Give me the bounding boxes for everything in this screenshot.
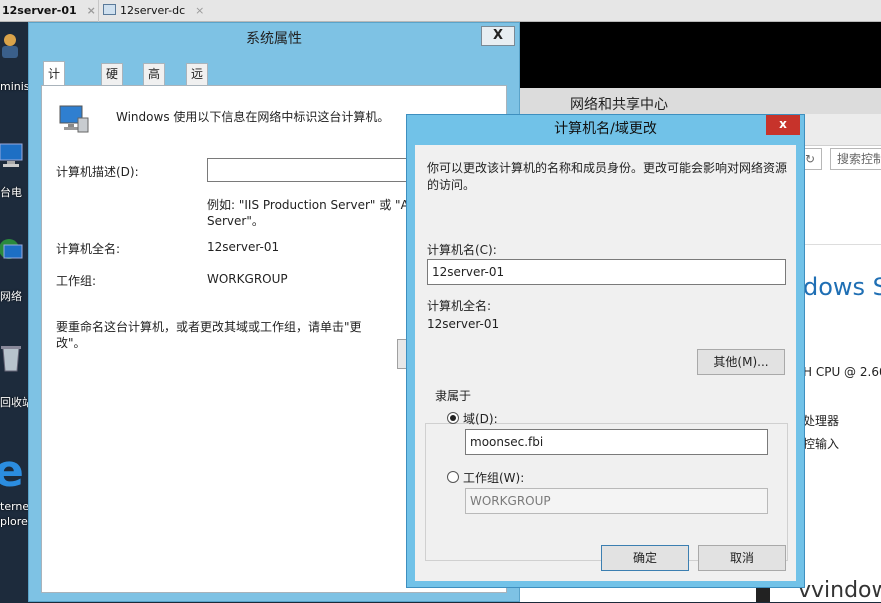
window-title: 系统属性 (246, 31, 302, 47)
intro-text: Windows 使用以下信息在网络中标识这台计算机。 (116, 110, 390, 124)
computer-network-icon (59, 105, 89, 133)
domain-label: 域(D): (463, 412, 498, 426)
computer-name-dialog: 计算机名/域更改 x 你可以更改该计算机的名称和成员身份。更改可能会影响对网络资… (406, 114, 805, 588)
close-button[interactable]: x (766, 115, 800, 135)
member-of-label: 隶属于 (433, 387, 474, 404)
workgroup-input: WORKGROUP (465, 488, 768, 514)
workgroup-value: WORKGROUP (207, 272, 288, 286)
vm-tab-label: 12server-dc (120, 4, 186, 17)
dialog-title: 计算机名/域更改 (554, 121, 657, 137)
domain-radio[interactable] (447, 412, 459, 424)
full-name-label: 计算机全名: (56, 242, 121, 256)
example-text: 例如: "IIS Production Server" 或 "Ac (207, 198, 416, 212)
window-title: 网络和共享中心 (570, 97, 668, 113)
desktop-icon-label: minis (0, 80, 28, 93)
close-icon[interactable]: × (195, 4, 204, 17)
vm-tab-label: 12server-01 (2, 4, 77, 17)
desktop-icon-label: plore (0, 515, 28, 528)
desktop-icon-label: 回收站 (0, 396, 28, 409)
rename-text-2: 改"。 (56, 336, 86, 350)
desktop-icon-label: terne (0, 500, 28, 513)
intro-text-2: 的访问。 (427, 178, 476, 192)
processor-info: 处理器 (803, 414, 840, 428)
tab-advanced[interactable]: 高级 (143, 63, 166, 102)
ie-icon[interactable]: e (0, 448, 26, 492)
computer-name-input[interactable]: 12server-01 (427, 259, 786, 285)
desktop-icon-label: 网络 (0, 290, 22, 303)
vm-icon (103, 4, 116, 15)
windows-logo-text: vvindow (798, 578, 881, 603)
desktop: minis 台电 网络 回收站 e terne plore (0, 22, 28, 602)
search-input[interactable]: 搜索控制 (830, 148, 881, 170)
vm-tab-12server-dc[interactable]: 12server-dc × (98, 0, 204, 22)
divider (800, 244, 881, 245)
workgroup-label: 工作组(W): (463, 471, 525, 485)
windows-edition-text: dows Se (803, 273, 881, 301)
workgroup-radio[interactable] (447, 471, 459, 483)
domain-input[interactable]: moonsec.fbi (465, 429, 768, 455)
cancel-button[interactable]: 取消 (698, 545, 786, 571)
tab-hardware[interactable]: 硬件 (101, 63, 124, 102)
dialog-body: 你可以更改该计算机的名称和成员身份。更改可能会影响对网络资源 的访问。 计算机名… (415, 145, 796, 581)
desktop-background (520, 22, 881, 88)
tab-computer-name[interactable]: 计算机名 (43, 61, 66, 153)
recycle-bin-icon[interactable] (0, 344, 26, 372)
full-name-value: 12server-01 (427, 317, 500, 331)
close-button[interactable]: X (481, 26, 515, 46)
user-icon[interactable] (0, 32, 26, 60)
desktop-icon-label: 台电 (0, 186, 22, 199)
tab-remote[interactable]: 远程 (186, 63, 209, 102)
example-text-2: Server"。 (207, 214, 264, 228)
ok-button[interactable]: 确定 (601, 545, 689, 571)
close-icon[interactable]: × (87, 4, 96, 17)
windows-logo-icon (756, 588, 770, 602)
rename-text: 要重命名这台计算机，或者更改其域或工作组，请单击"更 (56, 320, 362, 334)
svg-text:e: e (0, 448, 24, 492)
cpu-info: H CPU @ 2.60 (803, 365, 881, 379)
window-titlebar: 网络和共享中心 (520, 88, 881, 114)
workgroup-label: 工作组: (56, 274, 97, 288)
vm-tab-12server-01[interactable]: 12server-01 × (2, 0, 96, 22)
full-name-value: 12server-01 (207, 240, 280, 254)
vm-tab-bar: 12server-01 × 12server-dc × (0, 0, 881, 22)
other-button[interactable]: 其他(M)... (697, 349, 785, 375)
description-label: 计算机描述(D): (56, 165, 139, 179)
computer-icon[interactable] (0, 142, 26, 170)
touch-info: 控输入 (803, 437, 840, 451)
full-name-label: 计算机全名: (427, 299, 492, 313)
network-icon[interactable] (0, 237, 26, 265)
computer-name-label: 计算机名(C): (427, 243, 497, 257)
intro-text: 你可以更改该计算机的名称和成员身份。更改可能会影响对网络资源 (427, 161, 788, 175)
